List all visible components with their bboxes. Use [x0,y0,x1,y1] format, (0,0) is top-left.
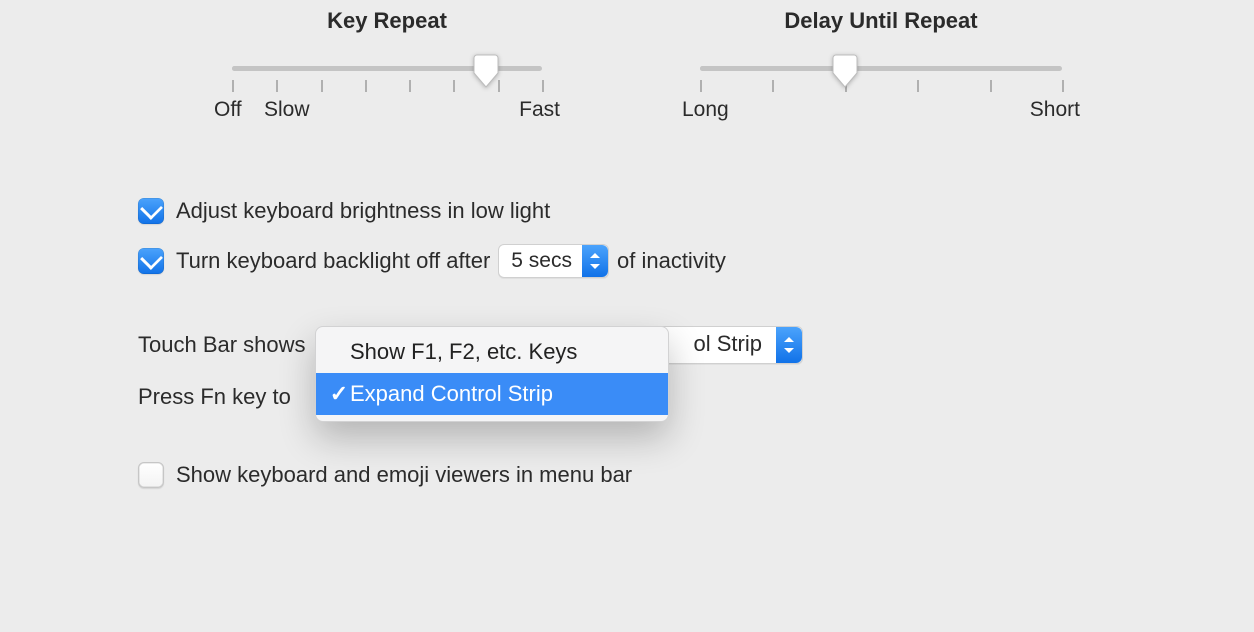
delay-until-repeat-ticks [700,80,1062,94]
adjust-brightness-checkbox[interactable] [138,198,164,224]
backlight-off-row: Turn keyboard backlight off after 5 secs… [138,238,1138,284]
delay-until-repeat-title: Delay Until Repeat [700,8,1062,34]
dropdown-item-label: Expand Control Strip [350,381,553,407]
adjust-brightness-label: Adjust keyboard brightness in low light [176,198,550,224]
backlight-off-checkbox[interactable] [138,248,164,274]
backlight-off-select-value: 5 secs [511,249,572,273]
backlight-off-label-prefix: Turn keyboard backlight off after [176,248,490,274]
dropdown-item-label: Show F1, F2, etc. Keys [350,339,577,365]
touch-bar-shows-value: ol Strip [694,331,762,357]
show-viewers-row: Show keyboard and emoji viewers in menu … [138,462,632,488]
dropdown-item-expand-control-strip[interactable]: ✓ Expand Control Strip [316,373,668,415]
key-repeat-ticks [232,80,542,94]
adjust-brightness-row: Adjust keyboard brightness in low light [138,188,1138,234]
dropdown-item-show-f-keys[interactable]: Show F1, F2, etc. Keys [316,331,668,373]
updown-stepper-icon [776,327,802,363]
key-repeat-track[interactable] [232,66,542,71]
press-fn-key-to-dropdown[interactable]: Show F1, F2, etc. Keys ✓ Expand Control … [315,326,669,422]
key-repeat-labels: Off Slow Fast [214,98,560,128]
show-viewers-label: Show keyboard and emoji viewers in menu … [176,462,632,488]
delay-until-repeat-track[interactable] [700,66,1062,71]
updown-stepper-icon [582,245,608,277]
touch-bar-shows-label: Touch Bar shows [138,332,306,358]
backlight-off-label-suffix: of inactivity [617,248,726,274]
delay-until-repeat-labels: Long Short [682,98,1080,128]
checkmark-icon: ✓ [328,381,350,407]
press-fn-key-to-label: Press Fn key to [138,384,291,410]
backlight-off-select[interactable]: 5 secs [498,244,609,278]
show-viewers-checkbox[interactable] [138,462,164,488]
key-repeat-title: Key Repeat [232,8,542,34]
